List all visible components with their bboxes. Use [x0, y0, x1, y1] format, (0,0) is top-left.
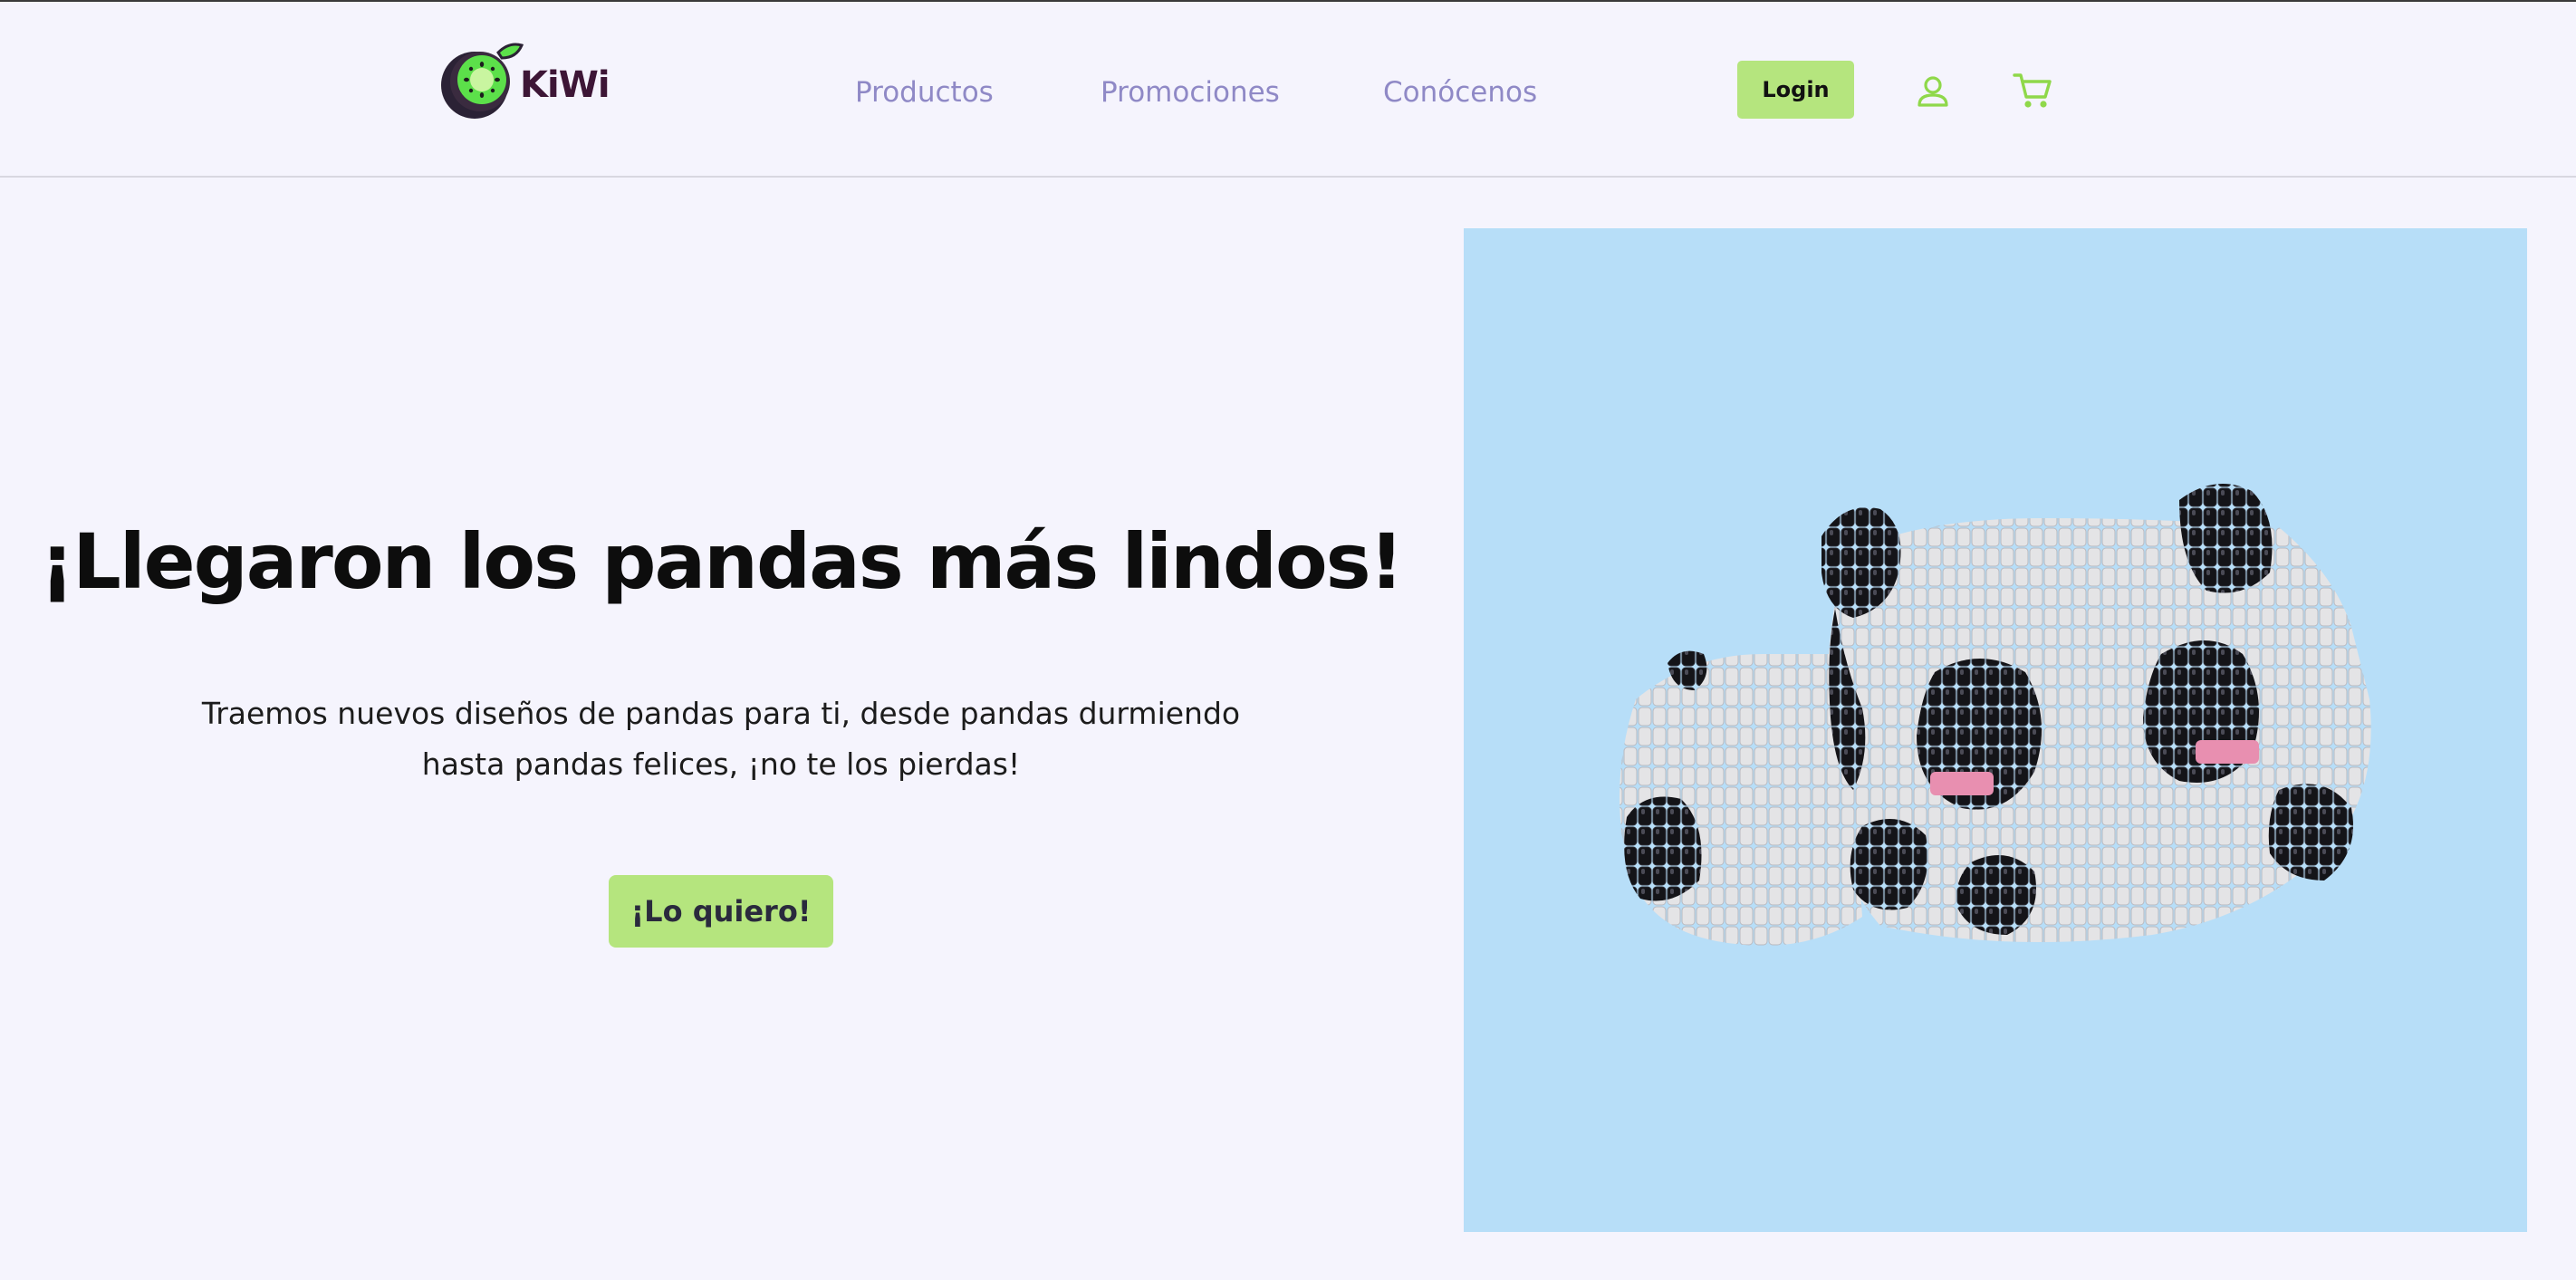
hero-subtitle: Traemos nuevos diseños de pandas para ti…	[201, 696, 1241, 782]
shopping-cart-icon[interactable]	[2013, 71, 2052, 111]
hero-title: ¡Llegaron los pandas más lindos!	[40, 517, 1404, 606]
lo-quiero-button[interactable]: ¡Lo quiero!	[609, 875, 833, 948]
brand-name: KiWi	[520, 64, 610, 106]
login-button[interactable]: Login	[1737, 61, 1854, 119]
nav-link-conocenos[interactable]: Conócenos	[1383, 71, 1537, 114]
beaded-panda-image	[1620, 484, 2371, 946]
hero-image	[1464, 228, 2527, 1232]
user-icon[interactable]	[1915, 73, 1951, 110]
site-header: KiWi Productos Promociones Conócenos Log…	[0, 2, 2576, 178]
kiwi-fruit-icon	[441, 43, 524, 119]
brand-logo[interactable]: KiWi	[438, 40, 610, 121]
nav-link-productos[interactable]: Productos	[855, 71, 994, 114]
nav-link-promociones[interactable]: Promociones	[1101, 71, 1280, 114]
